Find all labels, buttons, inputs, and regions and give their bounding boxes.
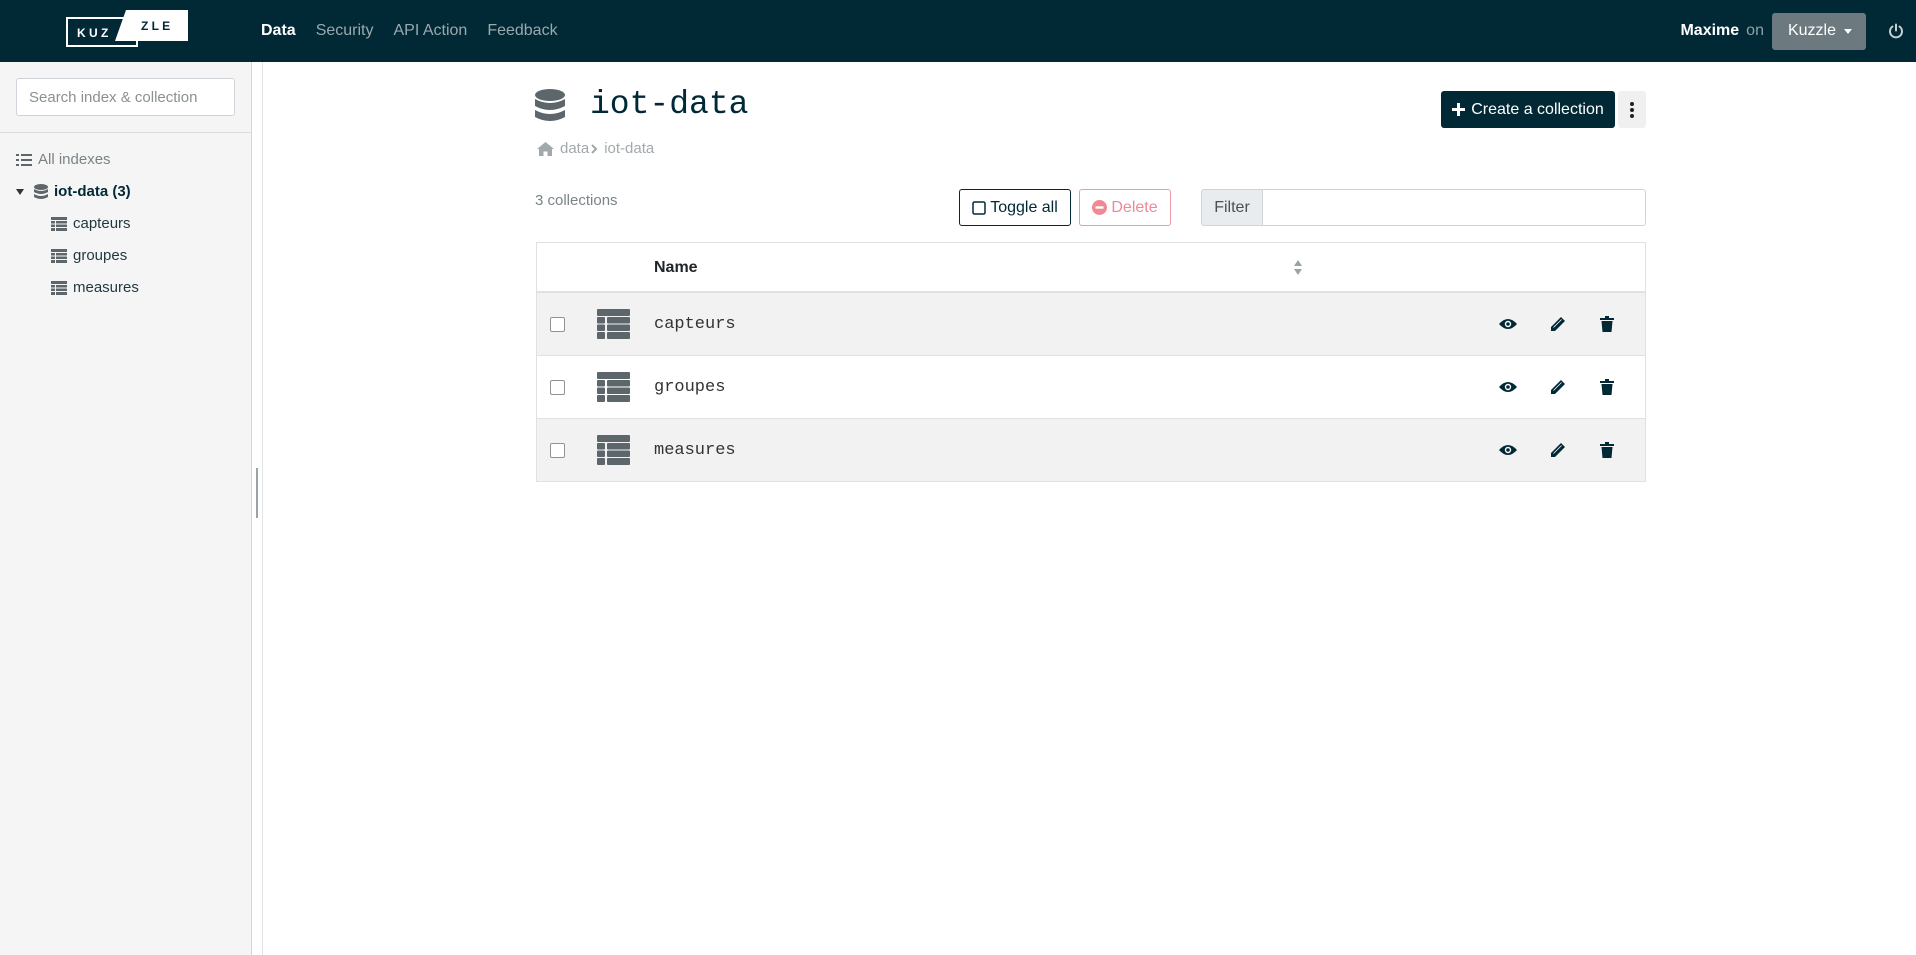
environment-label: Kuzzle [1787, 22, 1836, 39]
table-row: measures [537, 419, 1645, 482]
create-collection-label: Create a collection [1471, 100, 1604, 118]
sidebar-item-label: measures [73, 279, 139, 296]
table-icon [597, 372, 630, 402]
user-name: Maxime [1680, 22, 1740, 39]
eye-icon[interactable] [1498, 377, 1518, 397]
sidebar-item-label: All indexes [38, 151, 111, 168]
breadcrumb-data[interactable]: data [560, 140, 589, 157]
table-row: groupes [537, 356, 1645, 419]
toggle-all-label: Toggle all [990, 198, 1058, 216]
trash-icon[interactable] [1597, 314, 1617, 334]
row-checkbox[interactable] [550, 443, 565, 458]
delete-label: Delete [1111, 198, 1158, 216]
caret-down-icon [16, 188, 24, 195]
sidebar-item-label: capteurs [73, 215, 131, 232]
environment-dropdown[interactable]: Kuzzle [1771, 12, 1866, 50]
row-checkbox[interactable] [550, 317, 565, 332]
sidebar-item-groupes[interactable]: groupes [51, 247, 127, 264]
collection-name[interactable]: measures [654, 441, 736, 460]
more-options-button[interactable] [1618, 91, 1646, 128]
column-header-name[interactable]: Name [654, 259, 698, 277]
eye-icon[interactable] [1498, 314, 1518, 334]
table-icon [51, 280, 67, 295]
square-icon [972, 200, 986, 215]
table-icon [597, 435, 630, 465]
breadcrumb-current: iot-data [604, 140, 655, 157]
pencil-icon[interactable] [1548, 440, 1568, 460]
power-icon[interactable] [1888, 23, 1904, 39]
table-icon [597, 309, 630, 339]
sort-icon [1294, 260, 1302, 275]
top-navbar: K U Z Z L E Data Security API Action Fee… [0, 0, 1916, 62]
home-icon [537, 141, 554, 156]
collection-name[interactable]: groupes [654, 378, 725, 397]
vertical-dots-icon [1630, 101, 1634, 118]
logo-text-left: K U Z [77, 26, 108, 40]
chevron-right-icon [591, 143, 598, 154]
sidebar-divider [0, 132, 251, 133]
breadcrumb: data iot-data [537, 140, 654, 157]
eye-icon[interactable] [1498, 440, 1518, 460]
logo-text-right: Z L E [141, 19, 170, 33]
table-icon [51, 248, 67, 263]
collection-name[interactable]: capteurs [654, 315, 736, 334]
sidebar-item-all-indexes[interactable]: All indexes [16, 151, 111, 168]
table-icon [51, 216, 67, 231]
page-title: iot-data [590, 86, 749, 123]
row-checkbox[interactable] [550, 380, 565, 395]
search-input[interactable] [16, 78, 235, 116]
filter-input[interactable] [1262, 189, 1646, 226]
pencil-icon[interactable] [1548, 314, 1568, 334]
delete-button[interactable]: Delete [1079, 189, 1171, 226]
sidebar-item-index[interactable]: iot-data (3) [15, 183, 131, 200]
trash-icon[interactable] [1597, 377, 1617, 397]
user-on-label: on [1746, 22, 1764, 39]
nav-feedback[interactable]: Feedback [487, 22, 557, 40]
resize-handle[interactable] [256, 468, 258, 518]
sidebar-item-capteurs[interactable]: capteurs [51, 215, 131, 232]
sidebar-item-label: groupes [73, 247, 128, 264]
kuzzle-logo[interactable]: K U Z Z L E [66, 10, 188, 48]
nav-data[interactable]: Data [261, 22, 296, 40]
database-icon [34, 183, 48, 199]
main-nav: Data Security API Action Feedback [261, 0, 558, 62]
toggle-all-button[interactable]: Toggle all [959, 189, 1071, 226]
user-area: Maxime on Kuzzle [1680, 0, 1904, 62]
create-collection-button[interactable]: Create a collection [1441, 91, 1615, 128]
list-icon [16, 153, 32, 166]
chevron-down-icon [1844, 28, 1852, 34]
database-icon [535, 89, 565, 128]
nav-api-action[interactable]: API Action [393, 22, 467, 40]
nav-security[interactable]: Security [316, 22, 374, 40]
sidebar: All indexes iot-data (3) capteurs groupe… [0, 62, 252, 955]
minus-circle-icon [1092, 200, 1108, 215]
table-header: Name [537, 243, 1645, 293]
plus-icon [1452, 103, 1466, 116]
table-row: capteurs [537, 293, 1645, 356]
sidebar-item-label: iot-data (3) [54, 183, 131, 200]
collections-table: Name capteurs groupes measures [536, 242, 1646, 482]
sidebar-item-measures[interactable]: measures [51, 279, 139, 296]
filter-label: Filter [1201, 189, 1262, 226]
pencil-icon[interactable] [1548, 377, 1568, 397]
collections-count: 3 collections [535, 192, 618, 209]
trash-icon[interactable] [1597, 440, 1617, 460]
